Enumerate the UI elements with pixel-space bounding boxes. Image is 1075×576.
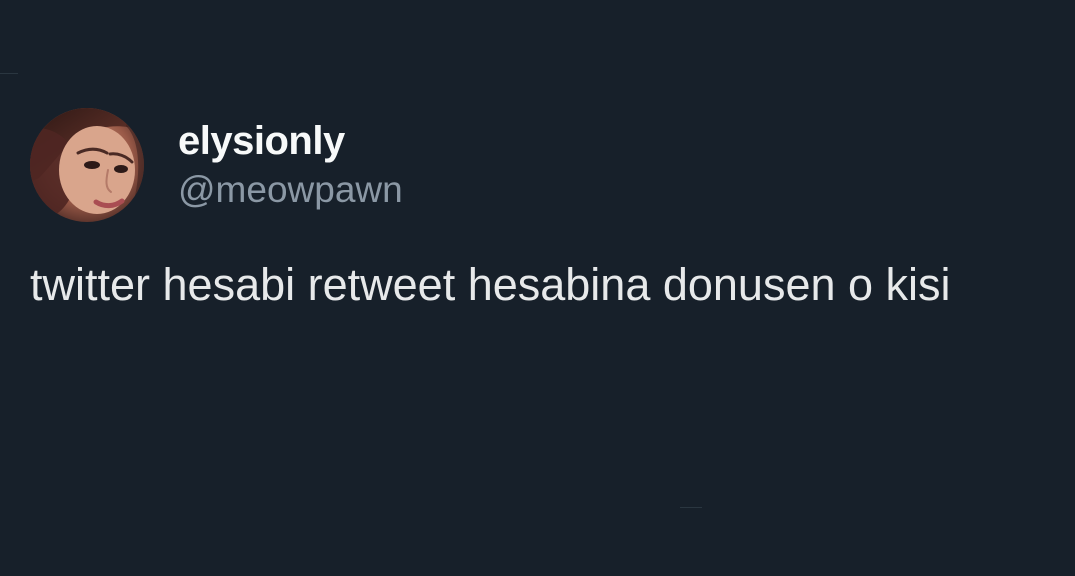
- tweet-card: elysionly @meowpawn twitter hesabi retwe…: [0, 0, 1075, 576]
- divider-line: [680, 507, 702, 508]
- author-text: elysionly @meowpawn: [178, 118, 403, 212]
- profile-photo-icon: [30, 108, 144, 222]
- tweet-text: twitter hesabi retweet hesabina donusen …: [30, 259, 951, 310]
- username-handle[interactable]: @meowpawn: [178, 168, 403, 212]
- display-name[interactable]: elysionly: [178, 118, 403, 164]
- avatar[interactable]: [30, 108, 144, 222]
- author-row[interactable]: elysionly @meowpawn: [30, 108, 403, 222]
- divider-line: [0, 73, 18, 74]
